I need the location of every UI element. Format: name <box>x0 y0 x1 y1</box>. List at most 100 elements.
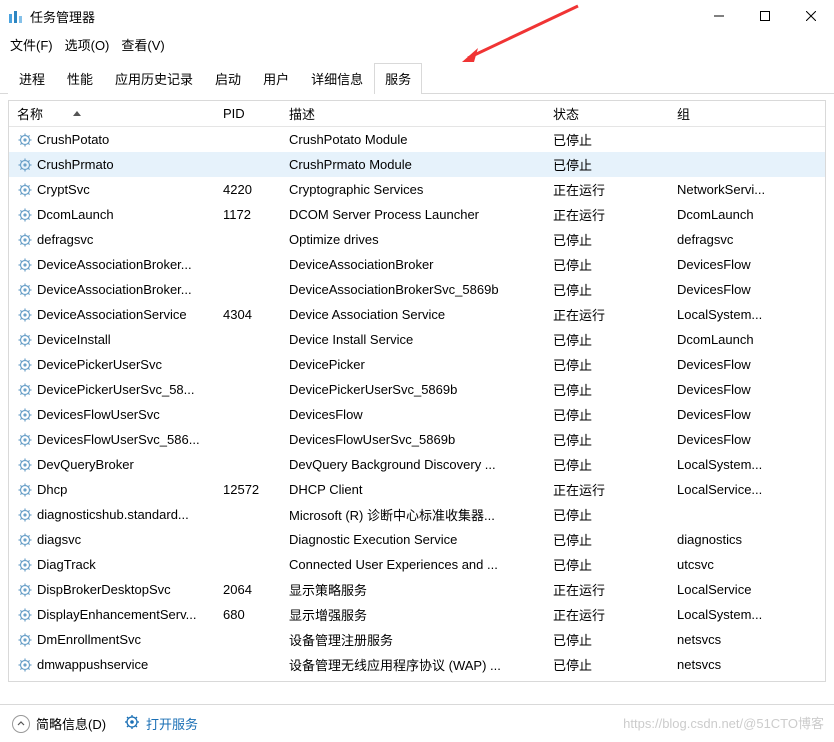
table-row[interactable]: DeviceAssociationBroker... DeviceAssociat… <box>9 277 825 302</box>
menu-view[interactable]: 查看(V) <box>121 35 164 54</box>
service-name: DeviceAssociationService <box>37 307 187 322</box>
column-pid[interactable]: PID <box>215 101 281 126</box>
service-name: DevicePickerUserSvc <box>37 357 162 372</box>
minimize-button[interactable] <box>696 0 742 32</box>
menu-options[interactable]: 选项(O) <box>65 35 110 54</box>
service-description: Microsoft (R) 诊断中心标准收集器... <box>281 505 545 524</box>
service-status: 已停止 <box>545 355 669 374</box>
table-row[interactable]: CrushPotatoCrushPotato Module已停止 <box>9 127 825 152</box>
service-group: netsvcs <box>669 632 801 647</box>
table-row[interactable]: DisplayEnhancementServ...680显示增强服务正在运行Lo… <box>9 602 825 627</box>
column-description[interactable]: 描述 <box>281 101 545 126</box>
table-row[interactable]: DevicesFlowUserSvc_586...DevicesFlowUser… <box>9 427 825 452</box>
service-gear-icon <box>17 207 33 223</box>
menubar: 文件(F) 选项(O) 查看(V) <box>0 32 834 56</box>
table-row[interactable]: DcomLaunch1172DCOM Server Process Launch… <box>9 202 825 227</box>
service-description: DevicePickerUserSvc_5869b <box>281 382 545 397</box>
service-group: LocalService <box>669 582 801 597</box>
service-pid: 4220 <box>215 182 281 197</box>
tab-app-history[interactable]: 应用历史记录 <box>104 63 204 94</box>
tab-startup[interactable]: 启动 <box>204 63 252 94</box>
service-description: Diagnostic Execution Service <box>281 532 545 547</box>
table-row[interactable]: DevQueryBroker DevQuery Background Discov… <box>9 452 825 477</box>
service-description: Device Association Service <box>281 307 545 322</box>
table-row[interactable]: CrushPrmatoCrushPrmato Module已停止 <box>9 152 825 177</box>
column-status[interactable]: 状态 <box>545 101 669 126</box>
maximize-button[interactable] <box>742 0 788 32</box>
service-group: DevicesFlow <box>669 382 801 397</box>
service-name: DevicesFlowUserSvc <box>37 407 160 422</box>
service-group: DcomLaunch <box>669 332 801 347</box>
table-row[interactable]: DevicesFlowUserSvcDevicesFlow已停止DevicesF… <box>9 402 825 427</box>
service-gear-icon <box>17 632 33 648</box>
table-row[interactable]: CryptSvc4220Cryptographic Services正在运行Ne… <box>9 177 825 202</box>
titlebar: 任务管理器 <box>0 0 834 32</box>
service-name: DeviceAssociationBroker... <box>37 282 192 297</box>
service-gear-icon <box>17 582 33 598</box>
service-description: 设备管理无线应用程序协议 (WAP) ... <box>281 655 545 674</box>
service-status: 正在运行 <box>545 205 669 224</box>
table-row[interactable]: Dhcp12572DHCP Client正在运行LocalService... <box>9 477 825 502</box>
table-row[interactable]: Dnscache3576DNS Client正在运行NetworkServi <box>9 677 825 681</box>
service-gear-icon <box>17 257 33 273</box>
close-button[interactable] <box>788 0 834 32</box>
service-name: CrushPotato <box>37 132 109 147</box>
service-gear-icon <box>17 382 33 398</box>
table-body[interactable]: CrushPotatoCrushPotato Module已停止CrushPrm… <box>9 127 825 681</box>
service-description: 显示策略服务 <box>281 580 545 599</box>
table-row[interactable]: DeviceAssociationBroker...DeviceAssociat… <box>9 252 825 277</box>
tab-services[interactable]: 服务 <box>374 63 422 94</box>
column-name[interactable]: 名称 <box>9 101 215 126</box>
table-row[interactable]: DevicePickerUserSvcDevicePicker已停止Device… <box>9 352 825 377</box>
app-icon <box>8 8 24 24</box>
table-row[interactable]: diagnosticshub.standard...Microsoft (R) … <box>9 502 825 527</box>
service-status: 已停止 <box>545 130 669 149</box>
tab-details[interactable]: 详细信息 <box>300 63 374 94</box>
service-gear-icon <box>17 432 33 448</box>
tab-processes[interactable]: 进程 <box>8 63 56 94</box>
service-gear-icon <box>17 282 33 298</box>
service-description: DeviceAssociationBrokerSvc_5869b <box>281 282 545 297</box>
service-description: DeviceAssociationBroker <box>281 257 545 272</box>
service-gear-icon <box>17 507 33 523</box>
column-group[interactable]: 组 <box>669 101 801 126</box>
fewer-details-button[interactable]: 简略信息(D) <box>12 714 106 733</box>
service-group: DevicesFlow <box>669 432 801 447</box>
service-description: DevicesFlow <box>281 407 545 422</box>
service-status: 已停止 <box>545 230 669 249</box>
table-row[interactable]: DeviceInstallDevice Install Service已停止Dc… <box>9 327 825 352</box>
service-gear-icon <box>17 232 33 248</box>
tab-users[interactable]: 用户 <box>252 63 300 94</box>
service-status: 正在运行 <box>545 180 669 199</box>
service-description: 显示增强服务 <box>281 605 545 624</box>
service-group: netsvcs <box>669 657 801 672</box>
tab-performance[interactable]: 性能 <box>56 63 104 94</box>
service-name: DevQueryBroker <box>37 457 134 472</box>
menu-file[interactable]: 文件(F) <box>10 35 53 54</box>
service-description: DevQuery Background Discovery ... <box>281 457 545 472</box>
table-row[interactable]: diagsvcDiagnostic Execution Service已停止di… <box>9 527 825 552</box>
service-status: 已停止 <box>545 455 669 474</box>
service-status: 正在运行 <box>545 480 669 499</box>
service-name: DisplayEnhancementServ... <box>37 607 196 622</box>
service-group: LocalSystem... <box>669 607 801 622</box>
service-description: Device Install Service <box>281 332 545 347</box>
service-status: 已停止 <box>545 280 669 299</box>
service-name: CryptSvc <box>37 182 90 197</box>
service-gear-icon <box>17 307 33 323</box>
service-description: DCOM Server Process Launcher <box>281 207 545 222</box>
service-status: 已停止 <box>545 380 669 399</box>
table-row[interactable]: DispBrokerDesktopSvc2064显示策略服务正在运行LocalS… <box>9 577 825 602</box>
service-group: DcomLaunch <box>669 207 801 222</box>
table-row[interactable]: dmwappushservice设备管理无线应用程序协议 (WAP) ...已停… <box>9 652 825 677</box>
service-group: NetworkServi... <box>669 182 801 197</box>
table-row[interactable]: DeviceAssociationService4304Device Assoc… <box>9 302 825 327</box>
service-status: 已停止 <box>545 505 669 524</box>
open-services-link[interactable]: 打开服务 <box>124 714 198 733</box>
service-gear-icon <box>17 532 33 548</box>
service-status: 已停止 <box>545 430 669 449</box>
table-row[interactable]: defragsvcOptimize drives已停止defragsvc <box>9 227 825 252</box>
table-row[interactable]: DmEnrollmentSvc设备管理注册服务已停止netsvcs <box>9 627 825 652</box>
table-row[interactable]: DiagTrackConnected User Experiences and … <box>9 552 825 577</box>
table-row[interactable]: DevicePickerUserSvc_58...DevicePickerUse… <box>9 377 825 402</box>
